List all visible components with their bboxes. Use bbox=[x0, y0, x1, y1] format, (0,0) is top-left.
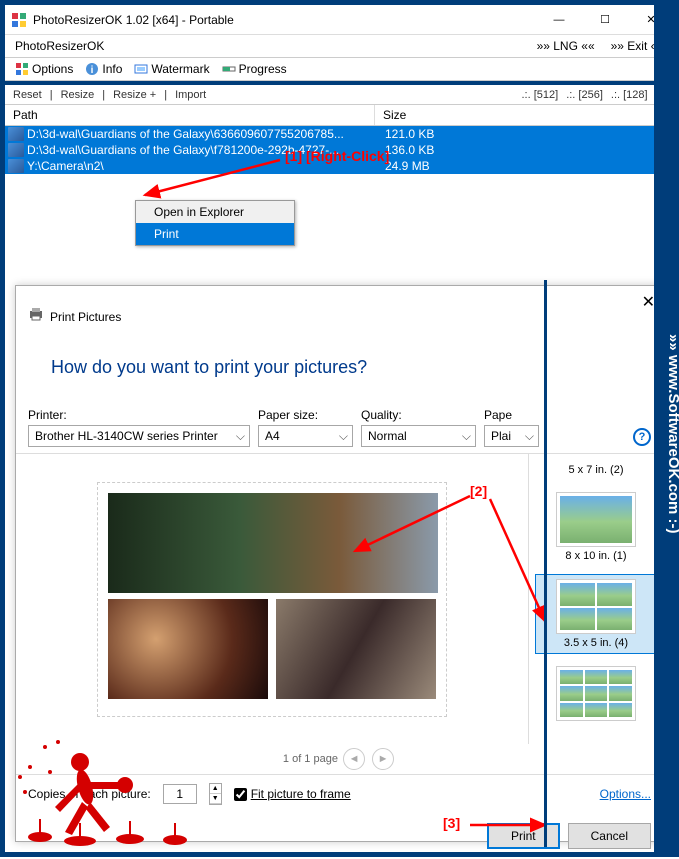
layout-option[interactable] bbox=[535, 662, 657, 728]
preview-area bbox=[16, 454, 528, 744]
list-item[interactable]: D:\3d-wal\Guardians of the Galaxy\636609… bbox=[5, 126, 674, 142]
subheader: PhotoResizerOK »» LNG «« »» Exit «« bbox=[5, 35, 674, 57]
printer-label: Printer: bbox=[28, 408, 250, 422]
file-icon bbox=[8, 143, 24, 157]
pager: 1 of 1 page ◄ ► bbox=[16, 744, 663, 774]
file-icon bbox=[8, 159, 24, 173]
layout-option[interactable]: 5 x 7 in. (2) bbox=[535, 460, 657, 480]
window-titlebar: PhotoResizerOK 1.02 [x64] - Portable — ☐… bbox=[5, 5, 674, 35]
options-link[interactable]: Options... bbox=[600, 787, 651, 801]
column-path[interactable]: Path bbox=[5, 105, 375, 125]
print-footer: Copies of each picture: 1 ▲▼ Fit picture… bbox=[16, 774, 663, 813]
file-list-header: Path Size bbox=[5, 104, 674, 126]
quality-select[interactable]: Normal bbox=[361, 425, 476, 447]
context-open-explorer[interactable]: Open in Explorer bbox=[136, 201, 294, 223]
size-512-button[interactable]: .:. [512] bbox=[521, 89, 558, 101]
print-heading: How do you want to print your pictures? bbox=[16, 337, 663, 408]
annotation-1: [1] [Right-Click] bbox=[285, 148, 389, 164]
paper-size-select[interactable]: A4 bbox=[258, 425, 353, 447]
close-icon[interactable]: ✕ bbox=[642, 292, 655, 312]
paper-type-select[interactable]: Plai bbox=[484, 425, 539, 447]
watermark-button[interactable]: Watermark bbox=[134, 62, 209, 76]
annotation-3: [3] bbox=[443, 815, 460, 831]
preview-thumb bbox=[108, 599, 268, 699]
column-size[interactable]: Size bbox=[375, 105, 674, 125]
print-button[interactable]: Print bbox=[487, 823, 560, 849]
info-icon: i bbox=[85, 62, 99, 76]
minimize-button[interactable]: — bbox=[536, 5, 582, 35]
preview-thumb bbox=[108, 493, 438, 593]
language-menu[interactable]: »» LNG «« bbox=[537, 39, 595, 53]
file-list: D:\3d-wal\Guardians of the Galaxy\636609… bbox=[5, 126, 674, 214]
printer-select[interactable]: Brother HL-3140CW series Printer bbox=[28, 425, 250, 447]
annotation-2: [2] bbox=[470, 483, 487, 499]
prev-page-button[interactable]: ◄ bbox=[343, 748, 365, 770]
window-title: PhotoResizerOK 1.02 [x64] - Portable bbox=[33, 13, 536, 27]
quality-label: Quality: bbox=[361, 408, 476, 422]
maximize-button[interactable]: ☐ bbox=[582, 5, 628, 35]
watermark-sidebar: »» www.SoftwareOK.com :-) bbox=[654, 5, 679, 852]
file-icon bbox=[8, 127, 24, 141]
watermark-icon bbox=[134, 62, 148, 76]
help-icon[interactable]: ? bbox=[633, 428, 651, 446]
print-title: Print Pictures bbox=[50, 310, 121, 324]
import-button[interactable]: Import bbox=[175, 89, 206, 101]
app-subtitle[interactable]: PhotoResizerOK bbox=[15, 39, 537, 53]
copies-label: Copies of each picture: bbox=[28, 787, 151, 801]
layout-option-selected[interactable]: 3.5 x 5 in. (4) bbox=[535, 574, 657, 654]
paper-size-label: Paper size: bbox=[258, 408, 353, 422]
context-print[interactable]: Print bbox=[136, 223, 294, 245]
printer-icon bbox=[28, 306, 44, 327]
size-128-button[interactable]: .:. [128] bbox=[611, 89, 648, 101]
cancel-button[interactable]: Cancel bbox=[568, 823, 651, 849]
app-icon bbox=[11, 12, 27, 28]
layout-panel[interactable]: 5 x 7 in. (2) 8 x 10 in. (1) 3.5 x 5 in.… bbox=[528, 454, 663, 744]
options-icon bbox=[15, 62, 29, 76]
dialog-buttons: Print Cancel bbox=[16, 813, 663, 859]
print-dialog: ✕ Print Pictures How do you want to prin… bbox=[15, 285, 664, 842]
annotation-divider bbox=[544, 280, 547, 847]
reset-button[interactable]: Reset bbox=[13, 89, 42, 101]
resize-button[interactable]: Resize bbox=[61, 89, 95, 101]
progress-button[interactable]: Progress bbox=[222, 62, 287, 76]
fit-to-frame-checkbox[interactable]: Fit picture to frame bbox=[234, 787, 351, 801]
svg-text:i: i bbox=[91, 65, 94, 76]
print-options-row: Printer: Brother HL-3140CW series Printe… bbox=[16, 408, 663, 454]
options-button[interactable]: Options bbox=[15, 62, 73, 76]
context-menu: Open in Explorer Print bbox=[135, 200, 295, 246]
info-button[interactable]: i Info bbox=[85, 62, 122, 76]
action-bar: Reset| Resize| Resize +| Import .:. [512… bbox=[5, 81, 674, 104]
preview-page bbox=[97, 482, 447, 717]
copies-input[interactable]: 1 bbox=[163, 784, 197, 804]
resize-plus-button[interactable]: Resize + bbox=[113, 89, 156, 101]
size-256-button[interactable]: .:. [256] bbox=[566, 89, 603, 101]
paper-type-label: Pape bbox=[484, 408, 539, 422]
copies-stepper[interactable]: ▲▼ bbox=[209, 783, 222, 805]
layout-option[interactable]: 8 x 10 in. (1) bbox=[535, 488, 657, 566]
preview-thumb bbox=[276, 599, 436, 699]
main-toolbar: Options i Info Watermark Progress bbox=[5, 57, 674, 81]
next-page-button[interactable]: ► bbox=[372, 748, 394, 770]
progress-icon bbox=[222, 62, 236, 76]
